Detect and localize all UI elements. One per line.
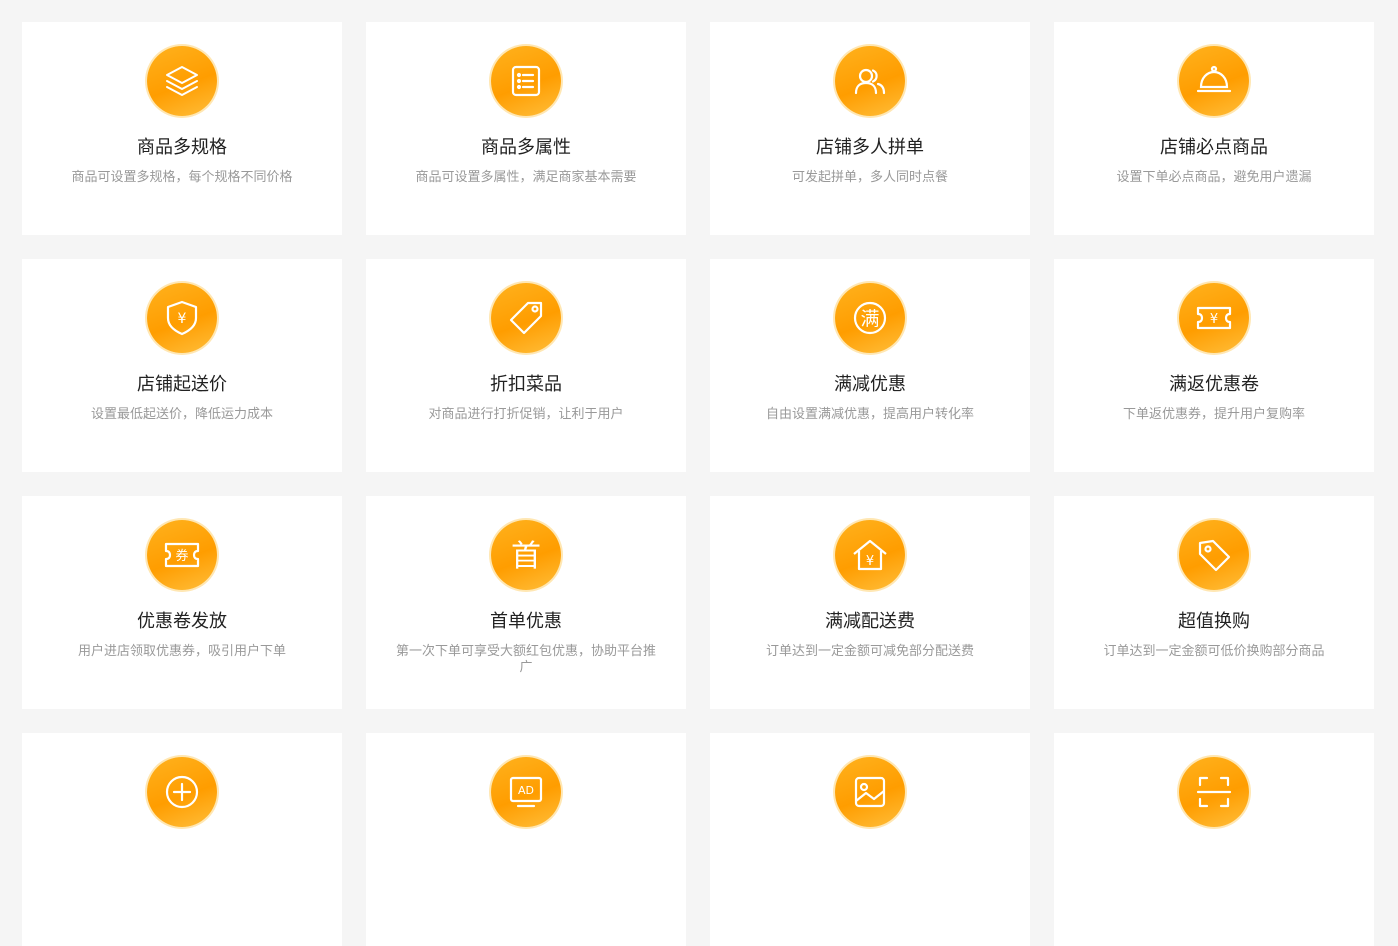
feature-card[interactable]: ¥ 满减配送费 订单达到一定金额可减免部分配送费 — [710, 496, 1030, 709]
house-yuan-glyph: ¥ — [866, 554, 874, 569]
yuan-house-icon: ¥ — [835, 520, 905, 590]
man-glyph: 满 — [860, 308, 879, 330]
feature-card[interactable]: 超值换购 订单达到一定金额可低价换购部分商品 — [1054, 496, 1374, 709]
users-icon — [835, 46, 905, 116]
feature-desc: 可发起拼单，多人同时点餐 — [791, 170, 948, 185]
feature-card[interactable]: 店铺多人拼单 可发起拼单，多人同时点餐 — [710, 22, 1030, 235]
tag-icon — [491, 283, 561, 353]
feature-desc: 第一次下单可享受大额红包优惠，协助平台推广 — [395, 644, 656, 675]
feature-desc: 设置最低起送价，降低运力成本 — [90, 407, 273, 422]
feature-card[interactable]: 满 满减优惠 自由设置满减优惠，提高用户转化率 — [710, 259, 1030, 472]
scan-icon — [1179, 757, 1249, 827]
feature-desc: 商品可设置多属性，满足商家基本需要 — [415, 170, 637, 185]
shield-yuan-glyph: ¥ — [178, 311, 187, 327]
plus-circle-icon — [147, 757, 217, 827]
feature-title: 满减配送费 — [825, 611, 915, 632]
feature-title: 店铺必点商品 — [1160, 137, 1268, 158]
ad-glyph: AD — [518, 784, 534, 797]
feature-card[interactable]: AD — [366, 733, 686, 946]
feature-desc: 订单达到一定金额可低价换购部分商品 — [1103, 644, 1325, 659]
feature-card[interactable]: 商品多规格 商品可设置多规格，每个规格不同价格 — [22, 22, 342, 235]
feature-title: 满减优惠 — [834, 374, 906, 395]
yuan-shield-icon: ¥ — [147, 283, 217, 353]
feature-desc: 设置下单必点商品，避免用户遗漏 — [1116, 170, 1312, 185]
feature-card[interactable] — [1054, 733, 1374, 946]
feature-card[interactable]: 首 首单优惠 第一次下单可享受大额红包优惠，协助平台推广 — [366, 496, 686, 709]
feature-title: 超值换购 — [1178, 611, 1250, 632]
list-icon — [491, 46, 561, 116]
feature-title: 商品多规格 — [137, 137, 227, 158]
feature-card[interactable]: 折扣菜品 对商品进行打折促销，让利于用户 — [366, 259, 686, 472]
feature-desc: 下单返优惠券，提升用户复购率 — [1122, 407, 1305, 422]
feature-title: 店铺多人拼单 — [816, 137, 924, 158]
layers-icon — [147, 46, 217, 116]
feature-desc: 订单达到一定金额可减免部分配送费 — [765, 644, 974, 659]
feature-card[interactable]: ¥ 满返优惠卷 下单返优惠券，提升用户复购率 — [1054, 259, 1374, 472]
feature-card[interactable] — [22, 733, 342, 946]
ad-screen-icon: AD — [491, 757, 561, 827]
feature-card[interactable]: 店铺必点商品 设置下单必点商品，避免用户遗漏 — [1054, 22, 1374, 235]
feature-title: 折扣菜品 — [490, 374, 562, 395]
price-tag-icon — [1179, 520, 1249, 590]
coupon-ticket-icon: 券 — [147, 520, 217, 590]
food-cloche-icon — [1179, 46, 1249, 116]
feature-grid: 商品多规格 商品可设置多规格，每个规格不同价格 商品多属性 商品可设置多属性，满… — [22, 22, 1374, 946]
feature-desc: 商品可设置多规格，每个规格不同价格 — [71, 170, 293, 185]
first-char-icon: 首 — [491, 520, 561, 590]
feature-title: 店铺起送价 — [137, 374, 227, 395]
ticket-yuan-glyph: ¥ — [1210, 312, 1218, 327]
feature-desc: 用户进店领取优惠券，吸引用户下单 — [77, 644, 286, 659]
feature-title: 首单优惠 — [490, 611, 562, 632]
feature-card[interactable]: 券 优惠卷发放 用户进店领取优惠券，吸引用户下单 — [22, 496, 342, 709]
man-reduction-icon: 满 — [835, 283, 905, 353]
feature-card[interactable] — [710, 733, 1030, 946]
feature-desc: 自由设置满减优惠，提高用户转化率 — [765, 407, 974, 422]
feature-card[interactable]: 商品多属性 商品可设置多属性，满足商家基本需要 — [366, 22, 686, 235]
image-icon — [835, 757, 905, 827]
coupon-glyph: 券 — [175, 548, 188, 564]
feature-title: 优惠卷发放 — [137, 611, 227, 632]
yuan-ticket-icon: ¥ — [1179, 283, 1249, 353]
feature-title: 满返优惠卷 — [1169, 374, 1259, 395]
feature-title: 商品多属性 — [481, 137, 571, 158]
feature-desc: 对商品进行打折促销，让利于用户 — [428, 407, 624, 422]
first-glyph: 首 — [511, 539, 541, 574]
feature-card[interactable]: ¥ 店铺起送价 设置最低起送价，降低运力成本 — [22, 259, 342, 472]
